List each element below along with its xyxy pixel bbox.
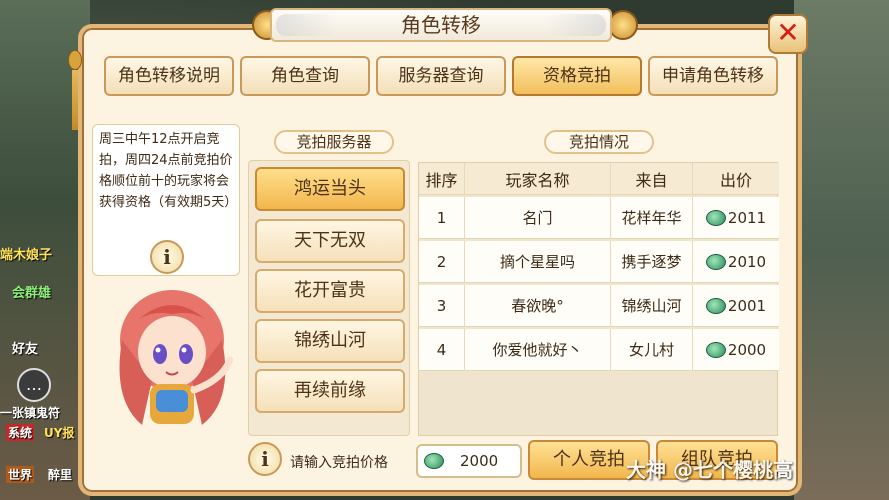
tab-apply-transfer[interactable]: 申请角色转移: [648, 56, 778, 96]
cloud-decoration-right: [546, 14, 606, 36]
column-header-bid: 出价: [719, 170, 752, 190]
tab-role-query[interactable]: 角色查询: [240, 56, 370, 96]
rank-cell: 4: [419, 329, 465, 370]
player-cell: 摘个星星吗: [465, 241, 611, 282]
bid-info-icon[interactable]: i: [248, 442, 282, 476]
chat-line-2: UY报: [44, 426, 75, 440]
auction-table: 排序 玩家名称 来自 出价 1 名门 花样年华 2011 2 摘个星星吗 携手逐…: [418, 162, 779, 436]
tab-qualification-auction[interactable]: 资格竞拍: [512, 56, 642, 96]
world-channel-tag: 世界: [6, 466, 35, 483]
tab-transfer-instructions[interactable]: 角色转移说明: [104, 56, 234, 96]
jade-coin-icon: [705, 253, 726, 270]
player-cell: 春欲晚°: [465, 285, 611, 326]
close-icon[interactable]: ✕: [768, 14, 808, 54]
table-header: 排序 玩家名称 来自 出价: [419, 163, 779, 195]
from-cell: 携手逐梦: [611, 241, 693, 282]
server-item[interactable]: 天下无双: [255, 219, 405, 263]
friends-label[interactable]: 好友: [12, 338, 38, 357]
rank-cell: 2: [419, 241, 465, 282]
bid-input-label: 请输入竞拍价格: [290, 455, 388, 471]
chat-line-3: 醉里: [48, 468, 73, 482]
server-item[interactable]: 锦绣山河: [255, 319, 405, 363]
from-cell: 花样年华: [611, 197, 693, 238]
cloud-decoration-left: [276, 14, 336, 36]
from-cell: 锦绣山河: [611, 285, 693, 326]
column-header-from: 来自: [611, 163, 693, 194]
table-row: 4 你爱他就好丶 女儿村 2000: [419, 329, 779, 371]
bid-cell: 2001: [693, 285, 779, 326]
right-scene: [794, 0, 889, 500]
table-row: 1 名门 花样年华 2011: [419, 197, 779, 239]
server-item[interactable]: 再续前缘: [255, 369, 405, 413]
tassel-decoration: [68, 50, 82, 140]
chat-line-1: 一张镇鬼符: [0, 406, 61, 420]
bid-cell: 2000: [693, 329, 779, 370]
bid-cell: 2011: [693, 197, 779, 238]
column-header-player: 玩家名称: [465, 163, 611, 194]
info-icon[interactable]: i: [150, 240, 184, 274]
server-item[interactable]: 鸿运当头: [255, 167, 405, 211]
from-cell: 女儿村: [611, 329, 693, 370]
character-illustration: [119, 290, 234, 425]
panel-title-bar: 角色转移: [270, 8, 612, 42]
bid-price-input[interactable]: 2000: [416, 444, 522, 478]
player-cell: 名门: [465, 197, 611, 238]
npc-name: 端木娘子: [0, 248, 53, 263]
server-item[interactable]: 花开富贵: [255, 269, 405, 313]
jade-coin-icon: [705, 341, 726, 358]
chat-icon[interactable]: …: [17, 368, 51, 402]
guild-text: 会群雄: [12, 286, 52, 301]
server-section-label: 竞拍服务器: [274, 130, 394, 154]
jade-coin-icon: [705, 297, 726, 314]
table-row: 2 摘个星星吗 携手逐梦 2010: [419, 241, 779, 283]
panel-title: 角色转移: [401, 13, 481, 37]
jade-coin-icon: [705, 209, 726, 226]
bid-price-value: 2000: [460, 452, 499, 470]
title-ornament-right: [608, 10, 638, 40]
jade-coin-icon: [424, 453, 444, 469]
bid-cell: 2010: [693, 241, 779, 282]
auction-section-label: 竞拍情况: [544, 130, 654, 154]
watermark: 大神 @七个樱桃高: [626, 458, 793, 482]
tab-server-query[interactable]: 服务器查询: [376, 56, 506, 96]
player-cell: 你爱他就好丶: [465, 329, 611, 370]
server-list: 鸿运当头 天下无双 花开富贵 锦绣山河 再续前缘: [248, 160, 410, 436]
table-row: 3 春欲晚° 锦绣山河 2001: [419, 285, 779, 327]
rank-cell: 1: [419, 197, 465, 238]
rank-cell: 3: [419, 285, 465, 326]
column-header-rank: 排序: [419, 163, 465, 194]
system-channel-tag: 系统: [6, 424, 35, 441]
tab-bar: 角色转移说明 角色查询 服务器查询 资格竞拍 申请角色转移: [104, 56, 778, 96]
